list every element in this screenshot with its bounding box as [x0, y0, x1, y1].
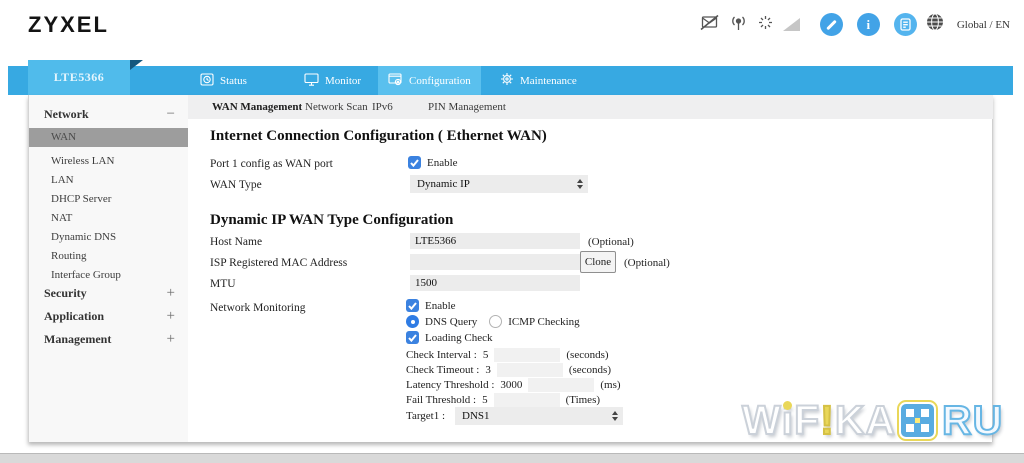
dns-query-radio[interactable]	[406, 315, 419, 328]
wifika-watermark: W i F ! KA RU	[742, 400, 1003, 441]
sidebar-item-interface-group[interactable]: Interface Group	[29, 266, 189, 285]
sidebar-group-management[interactable]: Management +	[29, 330, 189, 349]
antenna-broadcast-icon	[729, 14, 748, 36]
zyxel-logo: ZYXEL	[28, 12, 109, 38]
mtu-input[interactable]	[410, 275, 580, 291]
tab-configuration[interactable]: Configuration	[378, 66, 481, 95]
check-timeout-row: Check Timeout : 3 (seconds)	[406, 363, 611, 377]
check-timeout-input[interactable]	[497, 363, 563, 377]
dns-query-label: DNS Query	[425, 316, 477, 328]
mac-address-input[interactable]	[410, 254, 580, 270]
tab-status[interactable]: Status	[200, 66, 247, 95]
host-name-note: (Optional)	[588, 236, 634, 248]
fail-threshold-row: Fail Threshold : 5 (Times)	[406, 393, 600, 407]
sidebar-group-application[interactable]: Application +	[29, 307, 189, 326]
monitoring-enable-checkbox[interactable]	[406, 299, 419, 312]
content-area: WAN Management Network Scan IPv6 PIN Man…	[188, 95, 993, 442]
language-selector[interactable]: Global / EN	[957, 19, 1010, 31]
mac-address-note: (Optional)	[624, 257, 670, 269]
panel-body: Network − WAN Wireless LAN LAN DHCP Serv…	[28, 95, 993, 442]
main-navbar: LTE5366 Status Monitor	[8, 66, 1013, 95]
sidebar-item-dhcp-server[interactable]: DHCP Server	[29, 190, 189, 209]
window-bottom-edge	[0, 453, 1024, 463]
subnav-ipv6[interactable]: IPv6	[372, 95, 393, 119]
subnav-wan-management[interactable]: WAN Management	[212, 95, 302, 119]
globe-icon[interactable]	[926, 13, 944, 36]
sidebar-item-nat[interactable]: NAT	[29, 209, 189, 228]
monitor-icon	[304, 73, 319, 89]
tools-icon[interactable]	[820, 13, 843, 36]
subnav-network-scan[interactable]: Network Scan	[305, 95, 368, 119]
loading-check-label: Loading Check	[425, 332, 493, 344]
latency-threshold-input[interactable]	[528, 378, 594, 392]
target1-row: Target1 : DNS1	[406, 407, 623, 425]
qr-code	[901, 404, 934, 437]
configuration-icon	[388, 73, 403, 89]
subnav: WAN Management Network Scan IPv6 PIN Man…	[188, 95, 993, 119]
check-interval-row: Check Interval : 5 (seconds)	[406, 348, 609, 362]
sidebar-item-wireless-lan[interactable]: Wireless LAN	[29, 152, 189, 171]
sidebar-item-wan[interactable]: WAN	[29, 128, 189, 147]
tab-monitor[interactable]: Monitor	[304, 66, 361, 95]
topbar: ZYXEL	[0, 0, 1024, 58]
clone-button[interactable]: Clone	[580, 251, 616, 273]
expand-icon[interactable]: +	[167, 330, 175, 349]
select-stepper-icon	[577, 179, 584, 189]
status-icon	[200, 73, 214, 89]
subnav-pin-management[interactable]: PIN Management	[428, 95, 506, 119]
loading-check-checkbox[interactable]	[406, 331, 419, 344]
target1-select[interactable]: DNS1	[455, 407, 623, 425]
port1-enable-label: Enable	[427, 157, 458, 169]
network-monitoring-label: Network Monitoring	[210, 302, 306, 314]
sidebar-group-network[interactable]: Network −	[29, 105, 189, 124]
fail-threshold-input[interactable]	[494, 393, 560, 407]
section-title-dynamic-ip: Dynamic IP WAN Type Configuration	[210, 212, 453, 229]
device-tab[interactable]: LTE5366	[28, 60, 130, 95]
tab-maintenance[interactable]: Maintenance	[500, 66, 577, 95]
monitoring-enable-label: Enable	[425, 300, 456, 312]
sidebar-item-routing[interactable]: Routing	[29, 247, 189, 266]
sidebar-group-security[interactable]: Security +	[29, 284, 189, 303]
info-icon[interactable]: i	[857, 13, 880, 36]
notes-icon[interactable]	[894, 13, 917, 36]
sms-disabled-icon	[700, 14, 720, 36]
router-admin-page: ZYXEL	[0, 0, 1024, 463]
tab-fold-decoration	[130, 60, 143, 70]
port1-label: Port 1 config as WAN port	[210, 158, 333, 170]
latency-threshold-row: Latency Threshold : 3000 (ms)	[406, 378, 621, 392]
check-interval-input[interactable]	[494, 348, 560, 362]
signal-searching-icon	[757, 14, 774, 36]
icmp-checking-radio[interactable]	[489, 315, 502, 328]
port1-enable-checkbox[interactable]	[408, 156, 421, 169]
expand-icon[interactable]: +	[167, 307, 175, 326]
expand-icon[interactable]: +	[167, 284, 175, 303]
icmp-checking-label: ICMP Checking	[508, 316, 579, 328]
signal-strength-icon	[783, 18, 800, 31]
collapse-icon[interactable]: −	[167, 105, 175, 124]
sidebar: Network − WAN Wireless LAN LAN DHCP Serv…	[28, 95, 188, 442]
wan-type-select[interactable]: Dynamic IP	[410, 175, 588, 193]
maintenance-gear-icon	[500, 72, 514, 89]
mac-address-label: ISP Registered MAC Address	[210, 257, 347, 269]
mtu-label: MTU	[210, 278, 236, 290]
target1-label: Target1 :	[406, 410, 445, 422]
select-stepper-icon	[612, 411, 619, 421]
section-title-ethernet-wan: Internet Connection Configuration ( Ethe…	[210, 128, 547, 145]
host-name-input[interactable]	[410, 233, 580, 249]
sidebar-item-dynamic-dns[interactable]: Dynamic DNS	[29, 228, 189, 247]
host-name-label: Host Name	[210, 236, 262, 248]
sidebar-item-lan[interactable]: LAN	[29, 171, 189, 190]
wan-type-label: WAN Type	[210, 179, 262, 191]
